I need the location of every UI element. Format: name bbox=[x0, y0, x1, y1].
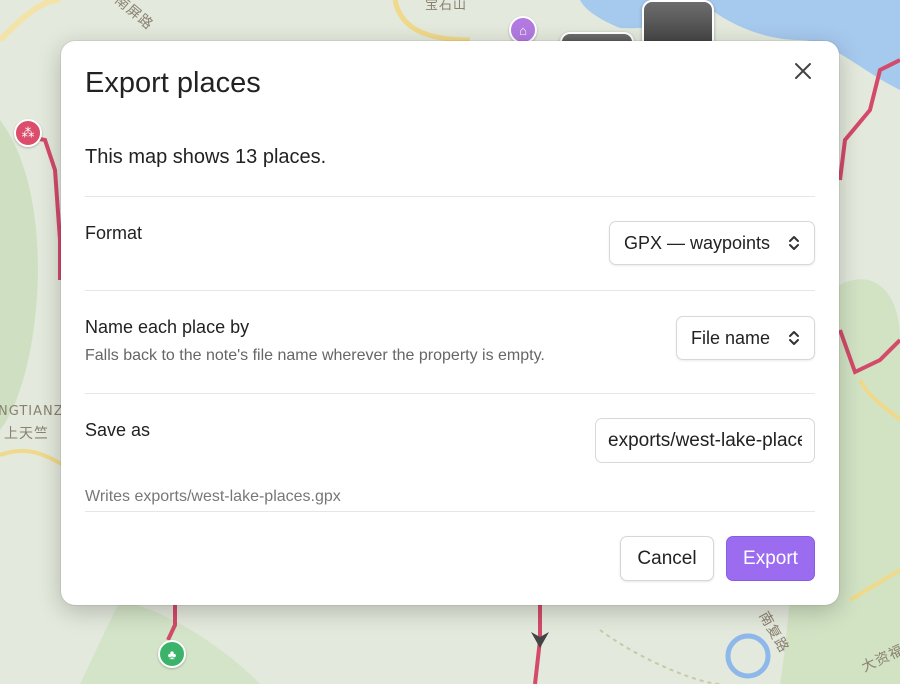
format-select[interactable]: GPX — waypoints bbox=[608, 221, 815, 265]
export-places-dialog: Export places This map shows 13 places. … bbox=[61, 41, 839, 605]
name-by-select[interactable]: File name bbox=[675, 316, 815, 360]
save-path-hint: Writes exports/west-lake-places.gpx bbox=[85, 488, 341, 505]
close-button[interactable] bbox=[789, 57, 817, 85]
close-icon bbox=[795, 63, 811, 79]
name-by-select-value: File name bbox=[690, 327, 770, 348]
map-label: 上天竺 bbox=[4, 426, 49, 442]
format-select-value: GPX — waypoints bbox=[623, 232, 770, 253]
save-path-input[interactable] bbox=[595, 418, 815, 463]
divider bbox=[85, 290, 815, 291]
dialog-title: Export places bbox=[85, 67, 261, 99]
export-button[interactable]: Export bbox=[726, 536, 815, 581]
save-as-label: Save as bbox=[85, 420, 151, 440]
name-by-label: Name each place by bbox=[85, 317, 250, 337]
park-marker[interactable]: ♣ bbox=[158, 640, 186, 668]
places-summary: This map shows 13 places. bbox=[85, 146, 327, 168]
footprints-icon: ⁂ bbox=[21, 125, 35, 140]
map-label: 宝石山 bbox=[425, 0, 468, 13]
tree-icon: ♣ bbox=[167, 646, 177, 662]
temple-marker[interactable]: ⌂ bbox=[509, 16, 537, 44]
map-label: NGTIANZ bbox=[0, 404, 64, 419]
divider bbox=[85, 511, 815, 512]
name-by-description: Falls back to the note's file name where… bbox=[85, 347, 545, 364]
divider bbox=[85, 393, 815, 394]
temple-icon: ⌂ bbox=[519, 22, 527, 38]
format-label: Format bbox=[85, 223, 143, 243]
chevron-updown-icon bbox=[788, 234, 800, 252]
hiking-marker[interactable]: ⁂ bbox=[14, 119, 42, 147]
chevron-updown-icon bbox=[788, 329, 800, 347]
cancel-button[interactable]: Cancel bbox=[620, 536, 714, 581]
divider bbox=[85, 196, 815, 197]
